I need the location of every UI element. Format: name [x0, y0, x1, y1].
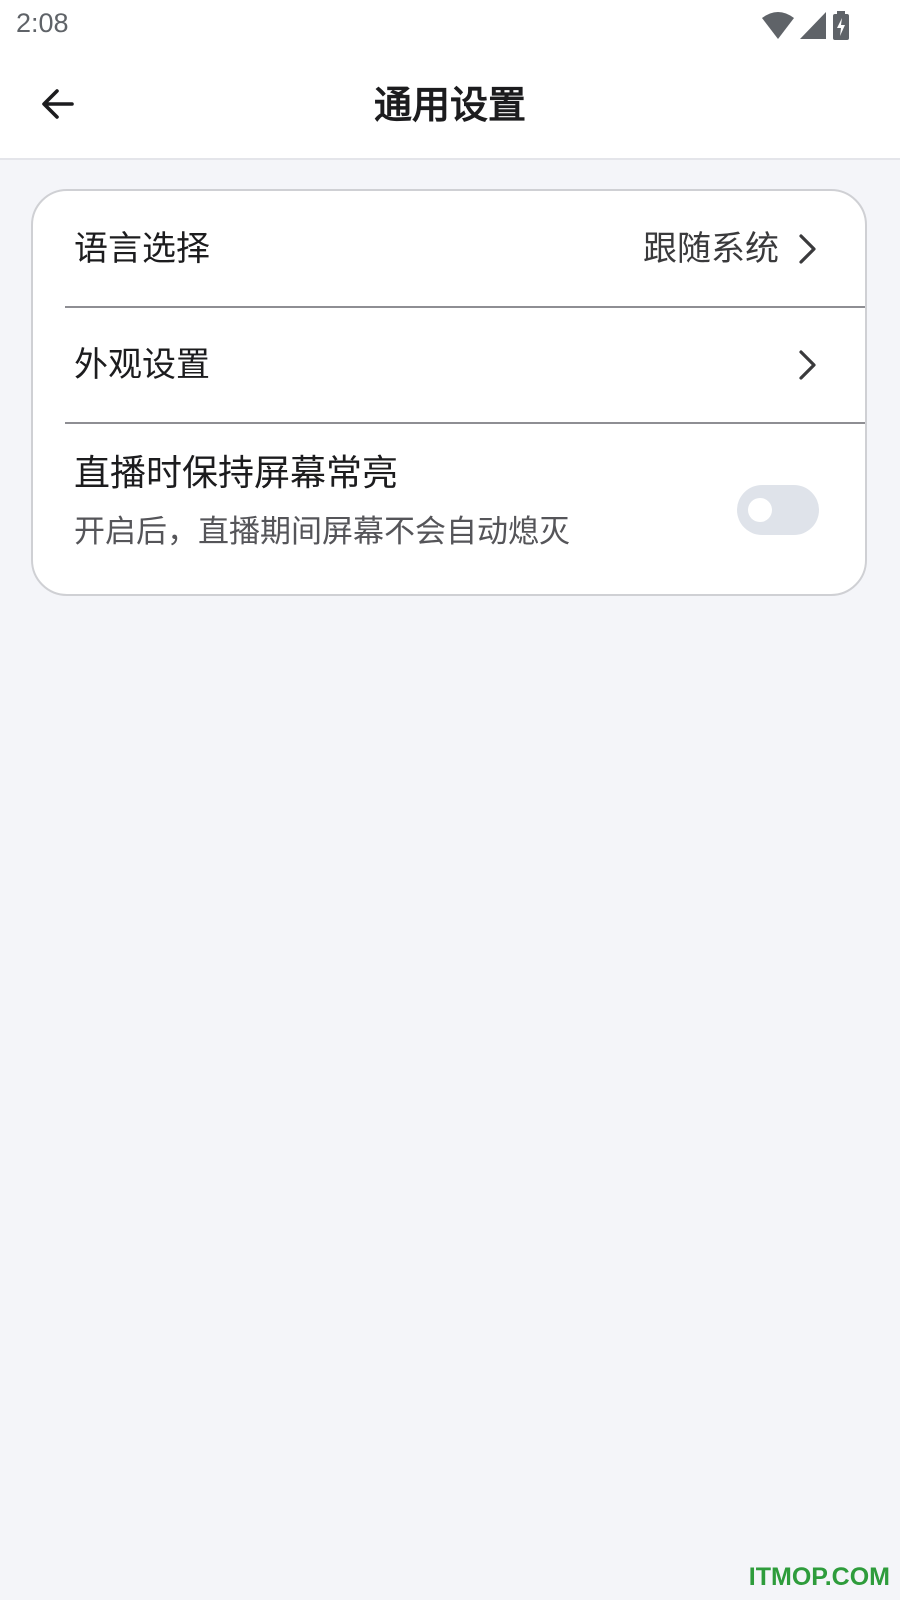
language-setting-label: 语言选择 [74, 229, 210, 269]
wifi-icon [762, 12, 794, 39]
appearance-setting-label: 外观设置 [74, 345, 210, 385]
keep-screen-on-description: 开启后，直播期间屏幕不会自动熄灭 [74, 514, 570, 550]
arrow-left-icon [42, 89, 74, 119]
watermark: ITMOP.COM [748, 1563, 890, 1591]
language-setting-row[interactable]: 语言选择 跟随系统 [33, 191, 865, 307]
chevron-right-icon [799, 350, 816, 380]
page-title: 通用设置 [373, 83, 526, 127]
keep-screen-on-toggle[interactable] [737, 485, 819, 535]
status-bar: 2:08 [0, 0, 900, 52]
status-icons [762, 8, 850, 44]
status-time: 2:08 [16, 8, 69, 38]
settings-card: 语言选择 跟随系统 外观设置 直播时保持屏幕常亮 开启后，直播期间屏幕不会自动熄… [31, 189, 867, 596]
back-button[interactable] [28, 74, 88, 134]
keep-screen-on-row: 直播时保持屏幕常亮 开启后，直播期间屏幕不会自动熄灭 [33, 423, 865, 594]
toggle-knob [748, 498, 772, 522]
battery-charging-icon [833, 11, 849, 40]
keep-screen-on-label: 直播时保持屏幕常亮 [74, 453, 399, 494]
chevron-right-icon [799, 234, 816, 264]
app-bar: 通用设置 [0, 52, 900, 160]
appearance-setting-row[interactable]: 外观设置 [33, 307, 865, 423]
language-setting-value: 跟随系统 [643, 229, 779, 269]
signal-icon [800, 12, 826, 39]
